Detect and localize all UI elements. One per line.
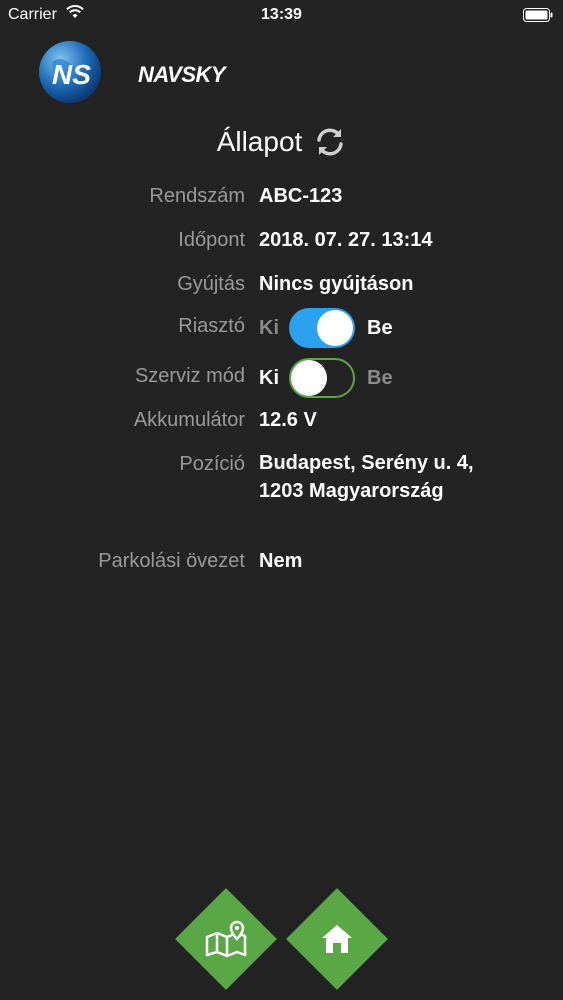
riaszto-on-label: Be: [367, 316, 393, 339]
battery-icon: [523, 8, 553, 22]
szerviz-toggle-group: Ki Be: [259, 356, 393, 400]
riaszto-toggle-group: Ki Be: [259, 306, 393, 350]
akkumulator-label: Akkumulátor: [133, 409, 245, 431]
szerviz-on-label: Be: [367, 366, 393, 389]
status-bar: Carrier 13:39: [0, 0, 563, 30]
riaszto-toggle[interactable]: [289, 308, 355, 348]
akkumulator-value: 12.6 V: [259, 409, 317, 431]
toggle-knob: [291, 360, 327, 396]
rendszam-value: ABC-123: [259, 185, 343, 207]
szerviz-off-label: Ki: [259, 366, 279, 389]
riaszto-off-label: Ki: [259, 316, 279, 339]
szerviz-toggle[interactable]: [289, 358, 355, 398]
home-button[interactable]: [286, 888, 388, 990]
gyujtas-value: Nincs gyújtáson: [259, 273, 414, 295]
rendszam-label: Rendszám: [149, 185, 245, 207]
pozicio-value: Budapest, Serény u. 4, 1203 Magyarország: [259, 452, 474, 502]
parkolasi-value: Nem: [259, 550, 303, 572]
svg-text:NS: NS: [52, 59, 91, 90]
clock: 13:39: [261, 6, 302, 23]
szerviz-label: Szerviz mód: [134, 365, 245, 387]
riaszto-label: Riasztó: [178, 315, 245, 337]
navsky-logo: NS NAVSKY: [38, 40, 226, 104]
map-button[interactable]: [175, 888, 277, 990]
parkolasi-label: Parkolási övezet: [98, 550, 245, 572]
pozicio-label: Pozíció: [179, 453, 245, 475]
toggle-knob: [317, 310, 353, 346]
globe-logo-icon: NS: [39, 41, 101, 103]
idopont-value: 2018. 07. 27. 13:14: [259, 229, 433, 251]
logo-wordmark: NAVSKY: [138, 62, 226, 87]
header: Állapot: [0, 122, 563, 162]
idopont-label: Időpont: [178, 229, 245, 251]
gyujtas-label: Gyújtás: [177, 273, 245, 295]
refresh-icon[interactable]: [314, 126, 346, 158]
page-title: Állapot: [216, 126, 303, 157]
